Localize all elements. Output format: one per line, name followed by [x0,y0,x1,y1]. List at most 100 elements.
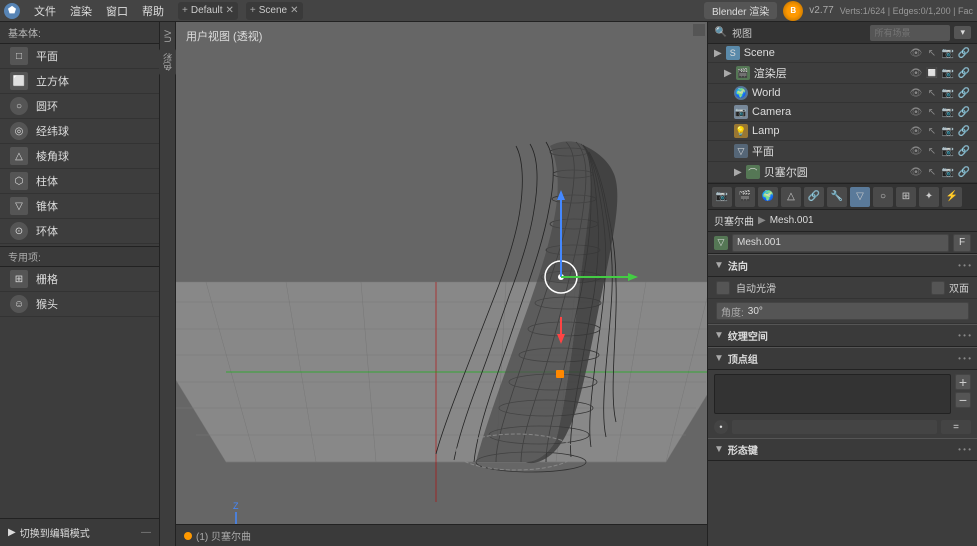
menu-help[interactable]: 帮助 [136,1,170,21]
world-actions: 👁 ↖ 📷 🔗 [909,86,971,100]
mesh-name-input[interactable] [732,234,949,252]
vertex-section-header[interactable]: ▼ 顶点组 • • • [708,347,977,370]
workspace-tab-scene[interactable]: + Scene ✕ [246,2,303,20]
world-cursor[interactable]: ↖ [925,86,939,100]
tool-circle-label: 圆环 [36,98,58,114]
menu-render[interactable]: 渲染 [64,1,98,21]
tool-icosphere[interactable]: △ 棱角球 [0,144,159,169]
prop-world-icon-btn[interactable]: 🌍 [758,187,778,207]
camera-icon: 📷 [734,105,748,119]
angle-label: 角度: [721,304,744,319]
viewport[interactable]: 用户视图 (透视) [176,22,707,546]
vertex-bar[interactable] [732,420,937,434]
vertex-dot-icon: • [714,420,728,434]
eye-icon[interactable]: 👁 [909,46,923,60]
link-icon[interactable]: 🔗 [957,46,971,60]
render-layer-item[interactable]: ▶ 🎬 渲染层 👁 🔲 📷 🔗 [708,63,977,84]
stats-text: Verts:1/624 | Edges:0/1,200 | Fac [840,6,973,16]
prop-scene-icon-btn[interactable]: 📷 [712,187,732,207]
tab-scene-close-icon[interactable]: ✕ [290,5,298,16]
prop-constraint-icon-btn[interactable]: 🔗 [804,187,824,207]
menu-file[interactable]: 文件 [28,1,62,21]
camera-item[interactable]: 📷 Camera 👁 ↖ 📷 🔗 [708,103,977,122]
shapekeys-dots: • • • [958,445,971,454]
outliner-search[interactable] [870,25,950,41]
prop-material-icon-btn[interactable]: ○ [873,187,893,207]
auto-smooth-checkbox[interactable] [716,281,730,295]
rl-icon2[interactable]: 🔲 [925,66,939,80]
rl-render-icon[interactable]: 📷 [941,66,955,80]
normals-dots: • • • [958,261,971,270]
tool-cone[interactable]: ▽ 锥体 [0,194,159,219]
vertex-dots: • • • [958,354,971,363]
outliner-filter-icon[interactable]: 🔍 [714,26,728,40]
world-label: World [752,87,781,99]
prop-modifier-icon-btn[interactable]: 🔧 [827,187,847,207]
world-link[interactable]: 🔗 [957,86,971,100]
plane-mesh-label: 平面 [752,143,774,159]
tool-circle[interactable]: ○ 圆环 [0,94,159,119]
tool-grid[interactable]: ⊞ 栅格 [0,267,159,292]
vertex-remove-button[interactable]: − [955,392,971,408]
tool-plane[interactable]: □ 平面 [0,44,159,69]
render-icon[interactable]: 📷 [941,46,955,60]
texture-title: 纹理空间 [728,328,768,343]
edit-mode-button[interactable]: ▶ 切换到编辑模式 — [0,518,159,546]
prop-texture-icon-btn[interactable]: ⊞ [896,187,916,207]
prop-particles-icon-btn[interactable]: ✦ [919,187,939,207]
object-dot [184,532,192,540]
scene-dropdown[interactable]: ▾ [954,26,971,39]
shapekeys-section-header[interactable]: ▼ 形态键 • • • [708,438,977,461]
viewport-bottom-bar: (1) 贝塞尔曲 [176,524,707,546]
world-eye[interactable]: 👁 [909,86,923,100]
uv-tab[interactable]: UV [161,26,175,47]
rl-link-icon[interactable]: 🔗 [957,66,971,80]
tool-uvsphere[interactable]: ◎ 经纬球 [0,119,159,144]
breadcrumb-bezier: 贝塞尔曲 [714,213,754,228]
double-sided-checkbox[interactable] [931,281,945,295]
corner-expand[interactable] [693,24,705,36]
prop-render-icon-btn[interactable]: 🎬 [735,187,755,207]
lamp-actions: 👁 ↖ 📷 🔗 [909,124,971,138]
properties-panel: 📷 🎬 🌍 △ 🔗 🔧 ▽ ○ ⊞ ✦ ⚡ 贝塞尔曲 ▶ Mesh.001 ▽ [708,184,977,546]
vertex-list[interactable] [714,374,951,414]
tab-plus-icon[interactable]: + [182,5,188,16]
f-button[interactable]: F [953,234,971,252]
prop-physics-icon-btn[interactable]: ⚡ [942,187,962,207]
tool-torus[interactable]: ⊙ 环体 [0,219,159,244]
tab-scene-plus-icon[interactable]: + [250,5,256,16]
breadcrumb-arrow: ▶ [758,215,766,226]
edit-mode-label: 切换到编辑模式 [20,525,90,540]
menu-window[interactable]: 窗口 [100,1,134,21]
render-layer-icon: 🎬 [736,66,750,80]
workspace-tab-default[interactable]: + Default ✕ [178,2,238,20]
tool-monkey[interactable]: ☺ 猴头 [0,292,159,317]
prop-data-icon-btn[interactable]: ▽ [850,187,870,207]
tab-close-icon[interactable]: ✕ [226,5,234,16]
vertex-add-button[interactable]: + [955,374,971,390]
lamp-item[interactable]: 💡 Lamp 👁 ↖ 📷 🔗 [708,122,977,141]
viewport-svg: Z X Y [176,22,707,546]
texture-section-header[interactable]: ▼ 纹理空间 • • • [708,324,977,347]
world-cam[interactable]: 📷 [941,86,955,100]
shapekeys-title: 形态键 [728,442,758,457]
cursor-icon[interactable]: ↖ [925,46,939,60]
vertex-equal-icon[interactable]: = [941,420,971,434]
render-layer-label: 渲染层 [754,65,787,81]
color-tab[interactable]: 色彩 [159,49,176,75]
tool-cylinder[interactable]: ⬡ 柱体 [0,169,159,194]
camera-actions: 👁 ↖ 📷 🔗 [909,105,971,119]
plane-item[interactable]: ▽ 平面 👁 ↖ 📷 🔗 [708,141,977,162]
prop-object-icon-btn[interactable]: △ [781,187,801,207]
rl-eye-icon[interactable]: 👁 [909,66,923,80]
tool-cube-label: 立方体 [36,73,69,89]
angle-input[interactable]: 角度: 30° [716,302,969,320]
scene-item[interactable]: ▶ S Scene 👁 ↖ 📷 🔗 [708,44,977,63]
props-toolbar: 📷 🎬 🌍 △ 🔗 🔧 ▽ ○ ⊞ ✦ ⚡ [708,184,977,210]
normals-section-header[interactable]: ▼ 法向 • • • [708,254,977,277]
world-item[interactable]: 🌍 World 👁 ↖ 📷 🔗 [708,84,977,103]
bezier-item[interactable]: ▶ ⌒ 贝塞尔圆 👁 ↖ 📷 🔗 [708,162,977,183]
render-engine-dropdown[interactable]: Blender 渲染 [704,2,777,19]
tool-cube[interactable]: ⬜ 立方体 [0,69,159,94]
render-layer-actions: 👁 🔲 📷 🔗 [909,66,971,80]
